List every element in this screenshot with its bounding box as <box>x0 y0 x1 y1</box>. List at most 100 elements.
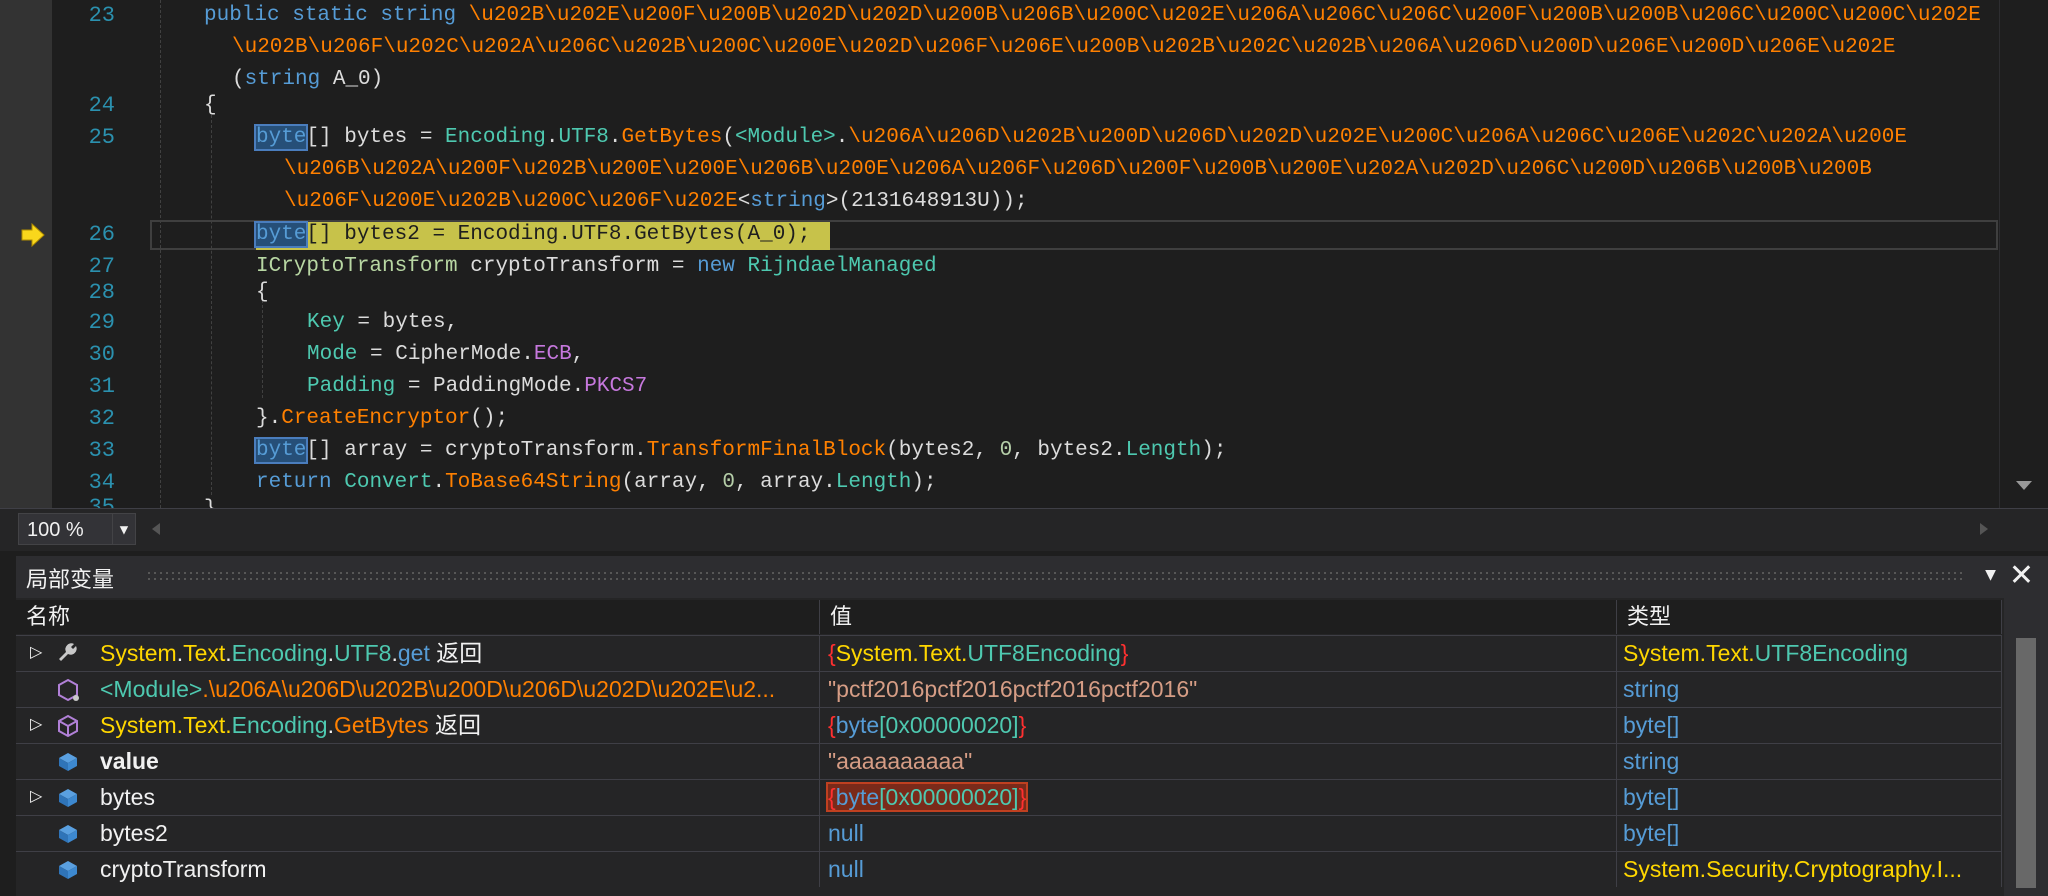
name-token: GetBytes <box>333 712 429 738</box>
code-token: \u206B\u202A\u200F\u202B\u200E\u200E\u20… <box>284 158 1872 181</box>
code-line[interactable]: \u202B\u206F\u202C\u202A\u206C\u202B\u20… <box>232 32 1998 64</box>
code-token: = CipherMode. <box>357 343 534 366</box>
code-line[interactable]: public static string \u202B\u202E\u200F\… <box>204 0 1998 32</box>
variable-name: bytes <box>100 784 155 810</box>
variable-name: value <box>100 748 159 774</box>
indent-guide <box>211 115 212 495</box>
code-token: ); <box>911 471 937 494</box>
window-menu-dropdown-icon[interactable]: ▼ <box>1985 564 1996 585</box>
zoom-dropdown-arrow-icon[interactable]: ▼ <box>112 513 136 545</box>
code-token: \u202B\u206F\u202C\u202A\u206C\u202B\u20… <box>232 36 1896 59</box>
wrench-icon <box>59 643 77 661</box>
editor-vertical-scrollbar[interactable] <box>1999 0 2048 508</box>
code-line[interactable]: \u206F\u200E\u202B\u200C\u206F\u202E<str… <box>284 186 1998 218</box>
drag-grip[interactable] <box>146 570 1966 584</box>
local-variable-icon <box>59 753 77 771</box>
locals-name-cell: value <box>16 744 820 779</box>
locals-row[interactable]: ▷ System.Text.Encoding.UTF8.get 返回 {Syst… <box>16 635 2002 672</box>
code-token: public static string <box>204 4 457 27</box>
value-token: } <box>1018 784 1027 810</box>
expand-arrow-icon[interactable]: ▷ <box>30 708 42 742</box>
local-variable-icon <box>59 861 77 879</box>
name-token: .\u206A\u206D\u202B\u200D\u206D\u202D\u2… <box>202 676 776 702</box>
column-header-type[interactable]: 类型 <box>1617 600 2002 634</box>
expand-arrow-icon[interactable]: ▷ <box>30 780 42 814</box>
code-line[interactable]: } <box>204 494 1998 508</box>
code-token: ); <box>1201 439 1227 462</box>
code-token: ToBase64String <box>445 471 622 494</box>
code-line[interactable]: Mode = CipherMode.ECB, <box>307 339 1998 371</box>
editor-horizontal-scrollbar[interactable] <box>150 517 1990 539</box>
code-token: = PaddingMode. <box>395 375 585 398</box>
locals-name-cell: ▷ bytes <box>16 780 820 815</box>
name-token: UTF8 <box>333 640 392 666</box>
scroll-down-arrow-icon[interactable] <box>2014 478 2034 492</box>
code-line[interactable]: { <box>256 277 1998 309</box>
value-token: byte <box>835 712 880 738</box>
locals-row[interactable]: <Module>.\u206A\u206D\u202B\u200D\u206D\… <box>16 671 2002 708</box>
locals-value-cell[interactable]: {byte[0x00000020]} <box>820 780 1617 815</box>
locals-value-cell[interactable]: null <box>820 816 1617 851</box>
locals-row[interactable]: ▷ bytes {byte[0x00000020]} byte[] <box>16 779 2002 816</box>
code-token: TransformFinalBlock <box>646 439 887 462</box>
column-header-value[interactable]: 值 <box>820 600 1617 634</box>
code-token: . <box>545 126 559 149</box>
locals-value-cell[interactable]: "pctf2016pctf2016pctf2016pctf2016" <box>820 672 1617 707</box>
column-header-name[interactable]: 名称 <box>16 600 820 634</box>
code-token: (array, <box>621 471 723 494</box>
name-token: System <box>100 640 177 666</box>
name-token: Encoding <box>231 712 328 738</box>
code-token: . <box>608 126 622 149</box>
scrollbar-thumb[interactable] <box>2016 638 2036 888</box>
locals-row[interactable]: value "aaaaaaaaaa" string <box>16 743 2002 780</box>
code-token: UTF8 <box>558 126 609 149</box>
execution-pointer-arrow-icon[interactable] <box>20 222 46 248</box>
code-token: cryptoTransform = <box>457 255 698 278</box>
code-token: CreateEncryptor <box>281 407 471 430</box>
value-token: [0x00000020] <box>879 784 1019 810</box>
name-token: 返回 <box>429 640 483 666</box>
code-line[interactable]: \u206B\u202A\u200F\u202B\u200E\u200E\u20… <box>284 154 1998 186</box>
code-token: string <box>750 190 826 213</box>
expand-arrow-icon[interactable]: ▷ <box>30 636 42 670</box>
code-token: <Module> <box>734 126 836 149</box>
locals-row[interactable]: bytes2 null byte[] <box>16 815 2002 852</box>
code-token: = bytes, <box>344 311 459 334</box>
code-token: [] array = cryptoTransform. <box>306 439 647 462</box>
locals-title-bar[interactable]: 局部变量 ▼ ✕ <box>16 556 2048 598</box>
close-icon[interactable]: ✕ <box>2009 558 2034 593</box>
locals-value-cell[interactable]: null <box>820 852 1617 887</box>
variable-name: bytes2 <box>100 820 168 846</box>
code-line[interactable]: { <box>204 90 1998 122</box>
line-number: 24 <box>88 93 115 118</box>
locals-type-cell: byte[] <box>1617 816 2002 851</box>
locals-name-cell: <Module>.\u206A\u206D\u202B\u200D\u206D\… <box>16 672 820 707</box>
code-token: (bytes2, <box>886 439 1000 462</box>
line-number: 28 <box>88 280 115 305</box>
value-token: } <box>1120 640 1129 666</box>
code-line[interactable]: byte[] bytes = Encoding.UTF8.GetBytes(<M… <box>253 122 1998 154</box>
code-token: [] bytes2 = Encoding.UTF8.GetBytes(A_0); <box>306 223 811 246</box>
locals-vertical-scrollbar[interactable] <box>2004 598 2048 896</box>
scroll-left-arrow-icon[interactable] <box>150 521 162 537</box>
code-token: . <box>432 471 446 494</box>
glyph-margin[interactable] <box>0 0 52 508</box>
code-line-current[interactable]: byte[] bytes2 = Encoding.UTF8.GetBytes(A… <box>253 219 1998 251</box>
locals-row[interactable]: ▷ System.Text.Encoding.GetBytes 返回 {byte… <box>16 707 2002 744</box>
code-token: ( <box>232 68 245 91</box>
code-line[interactable]: Key = bytes, <box>307 307 1998 339</box>
code-editor[interactable]: 23 24 25 26 27 28 29 30 31 32 33 34 35 p… <box>0 0 2048 508</box>
locals-value-cell[interactable]: "aaaaaaaaaa" <box>820 744 1617 779</box>
locals-type-cell: byte[] <box>1617 708 2002 743</box>
value-token: System.Text. <box>835 640 968 666</box>
locals-row[interactable]: cryptoTransform null System.Security.Cry… <box>16 851 2002 888</box>
scroll-right-arrow-icon[interactable] <box>1978 521 1990 537</box>
zoom-level-field[interactable]: 100 % <box>18 513 116 545</box>
code-line[interactable]: byte[] array = cryptoTransform.Transform… <box>253 435 1998 467</box>
locals-value-cell[interactable]: {byte[0x00000020]} <box>820 708 1617 743</box>
locals-value-cell[interactable]: {System.Text.UTF8Encoding} <box>820 636 1617 671</box>
value-token: { <box>828 784 836 810</box>
name-token: get <box>397 640 430 666</box>
code-line[interactable]: Padding = PaddingMode.PKCS7 <box>307 371 1998 403</box>
code-line[interactable]: }.CreateEncryptor(); <box>256 403 1998 435</box>
